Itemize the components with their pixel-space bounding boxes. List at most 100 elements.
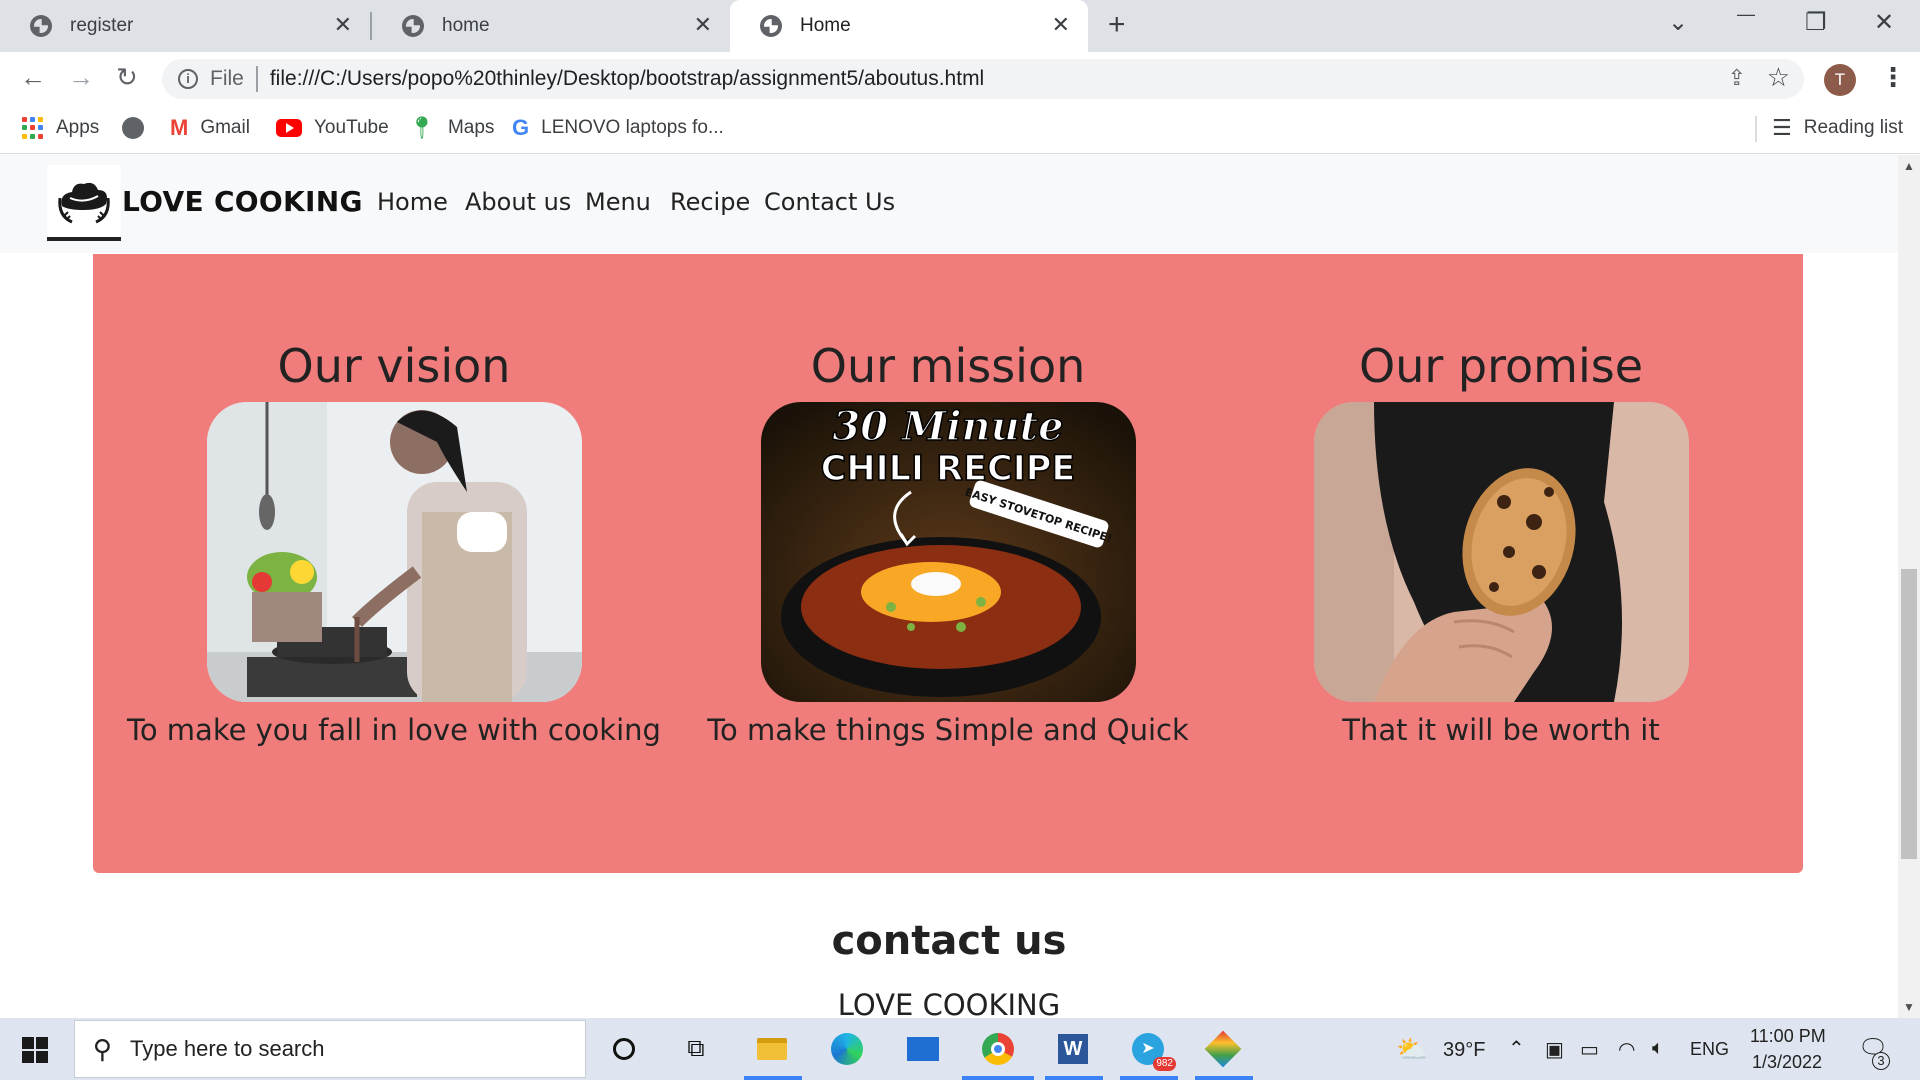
weather-cloud-icon[interactable]: ⛅: [1396, 1034, 1428, 1065]
bookmark-gmail[interactable]: M Gmail: [170, 114, 250, 142]
git-app-icon[interactable]: [1203, 1030, 1243, 1068]
battery-icon[interactable]: ▭: [1580, 1037, 1599, 1062]
page-viewport: LOVE COOKING Home About us Menu Recipe C…: [0, 155, 1898, 1018]
search-placeholder: Type here to search: [130, 1036, 325, 1061]
nav-link-contact-us[interactable]: Contact Us: [764, 188, 895, 216]
windows-taskbar: ⚲ Type here to search ⧉ W ➤ 982 ⛅ 39°F ⌃…: [0, 1018, 1920, 1080]
scroll-thumb[interactable]: [1901, 569, 1917, 859]
minimize-button[interactable]: —: [1737, 4, 1755, 25]
nav-link-about-us[interactable]: About us: [465, 188, 571, 216]
edge-icon[interactable]: [827, 1030, 867, 1068]
globe-icon: [122, 117, 144, 139]
maps-pin-icon: 📍︎: [408, 115, 436, 140]
close-window-button[interactable]: ✕: [1874, 8, 1894, 37]
nav-link-home[interactable]: Home: [377, 188, 448, 216]
bookmark-globe[interactable]: [122, 114, 156, 142]
bookmark-apps[interactable]: Apps: [22, 114, 99, 142]
contact-heading: contact us: [831, 918, 1067, 964]
bookmark-youtube[interactable]: YouTube: [276, 114, 389, 142]
woman-cooking-photo: [206, 402, 582, 702]
card-title: Our promise: [1359, 339, 1643, 393]
reload-icon[interactable]: ↻: [116, 62, 138, 93]
mail-icon[interactable]: [903, 1030, 943, 1068]
tab-search-icon[interactable]: ⌄: [1668, 8, 1688, 37]
task-view-icon[interactable]: ⧉: [676, 1030, 716, 1068]
input-language[interactable]: ENG: [1690, 1039, 1729, 1060]
file-explorer-icon[interactable]: [752, 1030, 792, 1068]
bookmark-star-icon[interactable]: ☆: [1767, 62, 1790, 93]
globe-icon: [760, 15, 782, 37]
reading-list-icon: ☰: [1772, 115, 1792, 140]
contact-subheading: LOVE COOKING: [837, 988, 1061, 1018]
bookmark-label: Gmail: [200, 117, 250, 138]
active-app-indicator: [962, 1076, 1034, 1080]
brand-name[interactable]: LOVE COOKING: [122, 185, 363, 218]
globe-icon: [402, 15, 424, 37]
card-caption: That it will be worth it: [1342, 713, 1660, 747]
cortana-icon[interactable]: [604, 1030, 644, 1068]
show-hidden-icons-chevron-icon[interactable]: ⌃: [1508, 1036, 1525, 1061]
tab-title: home: [442, 15, 490, 36]
address-url[interactable]: file:///C:/Users/popo%20thinley/Desktop/…: [270, 67, 984, 91]
google-icon: G: [512, 115, 530, 140]
volume-icon[interactable]: 🔈︎: [1652, 1037, 1664, 1060]
bookmark-label: Apps: [56, 117, 100, 138]
bookmark-lenovo[interactable]: G LENOVO laptops fo...: [512, 114, 724, 142]
site-info-icon[interactable]: i: [178, 69, 198, 89]
nav-link-menu[interactable]: Menu: [585, 188, 651, 216]
reading-list-button[interactable]: ☰ Reading list: [1772, 114, 1903, 142]
card-title: Our mission: [810, 339, 1086, 393]
page-scrollbar[interactable]: ▲ ▼: [1898, 155, 1920, 1018]
back-arrow-icon[interactable]: ←: [20, 62, 46, 93]
active-app-indicator: [1195, 1076, 1253, 1080]
address-scheme-label: File: [210, 67, 244, 90]
bookmark-maps[interactable]: 📍︎ Maps: [408, 114, 494, 142]
apps-grid-icon: [22, 117, 44, 139]
close-tab-icon[interactable]: ✕: [1052, 12, 1070, 38]
nav-link-recipe[interactable]: Recipe: [670, 188, 750, 216]
word-icon[interactable]: W: [1053, 1030, 1093, 1068]
clock-time[interactable]: 11:00 PM: [1750, 1026, 1826, 1047]
scroll-up-arrow-icon[interactable]: ▲: [1903, 159, 1915, 173]
logo-underline: [47, 237, 121, 241]
notification-count-badge: 3: [1872, 1052, 1890, 1070]
new-tab-button[interactable]: +: [1108, 8, 1126, 42]
active-app-indicator: [744, 1076, 802, 1080]
bookmarks-separator: [1755, 116, 1757, 142]
photo-headline-1: 30 Minute: [832, 403, 1063, 450]
close-tab-icon[interactable]: ✕: [334, 12, 352, 38]
globe-icon: [30, 15, 52, 37]
close-tab-icon[interactable]: ✕: [694, 12, 712, 38]
browser-menu-icon[interactable]: ⋮: [1880, 62, 1906, 93]
weather-temperature[interactable]: 39°F: [1443, 1039, 1485, 1062]
scroll-down-arrow-icon[interactable]: ▼: [1903, 1000, 1915, 1014]
chef-hat-logo[interactable]: [47, 165, 121, 237]
browser-tab-strip: register ✕ home ✕ Home ✕ + ⌄ — ❐ ✕: [0, 0, 1920, 52]
browser-toolbar: ← → ↻ i File file:///C:/Users/popo%20thi…: [0, 52, 1920, 104]
tab-home[interactable]: home ✕: [372, 0, 730, 52]
about-section: Our vision To make you fall in love with…: [93, 254, 1803, 873]
chrome-icon[interactable]: [978, 1030, 1018, 1068]
chili-recipe-photo: 30 Minute CHILI RECIPE EASY STOVETOP REC…: [760, 402, 1136, 702]
taskbar-search-box[interactable]: ⚲ Type here to search: [74, 1020, 586, 1078]
tab-home-active[interactable]: Home ✕: [730, 0, 1088, 52]
reading-list-label: Reading list: [1803, 117, 1904, 138]
forward-arrow-icon[interactable]: →: [68, 62, 94, 93]
telegram-icon[interactable]: ➤ 982: [1128, 1030, 1176, 1071]
clock-date[interactable]: 1/3/2022: [1752, 1052, 1822, 1073]
cookie-hand-photo: [1313, 402, 1689, 702]
tab-title: register: [70, 15, 134, 36]
restore-button[interactable]: ❐: [1805, 8, 1827, 37]
profile-avatar[interactable]: T: [1824, 64, 1856, 96]
wifi-icon[interactable]: ◠: [1618, 1037, 1635, 1062]
meet-now-icon[interactable]: ▣: [1545, 1037, 1564, 1062]
search-icon: ⚲: [93, 1033, 113, 1064]
share-icon[interactable]: ⇪: [1728, 65, 1746, 91]
youtube-icon: [276, 119, 302, 137]
tab-register[interactable]: register ✕: [0, 0, 370, 52]
site-navbar: LOVE COOKING Home About us Menu Recipe C…: [0, 155, 1898, 253]
gmail-icon: M: [170, 115, 189, 140]
address-bar[interactable]: i File file:///C:/Users/popo%20thinley/D…: [162, 59, 1804, 99]
windows-start-icon[interactable]: [22, 1037, 48, 1063]
address-divider: [255, 66, 258, 92]
